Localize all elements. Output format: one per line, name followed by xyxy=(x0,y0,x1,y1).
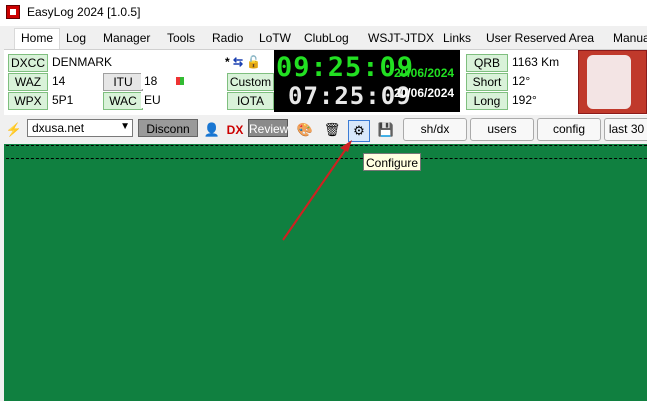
arrow-shaft xyxy=(282,145,349,241)
configure-tooltip: Configure xyxy=(363,153,421,171)
arrow-head xyxy=(340,140,352,152)
annotation-arrow xyxy=(282,140,352,241)
